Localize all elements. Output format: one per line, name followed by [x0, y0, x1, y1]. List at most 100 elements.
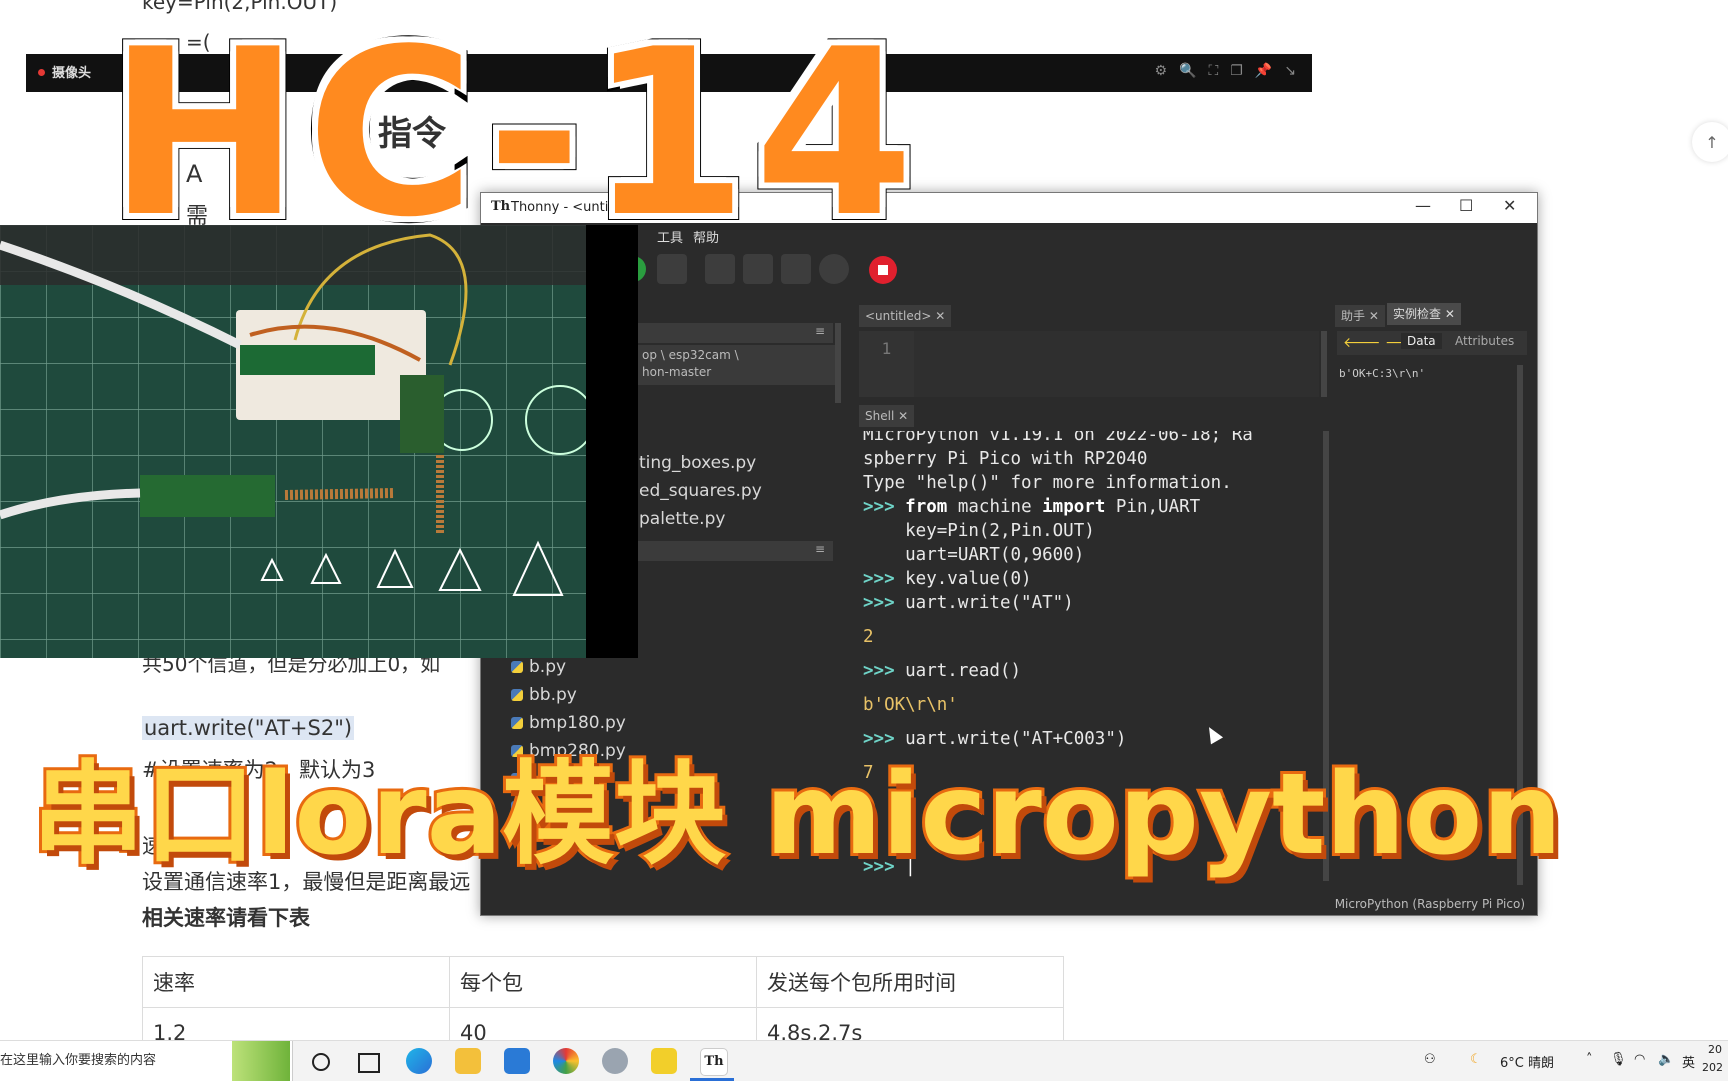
status-bar: MicroPython (Raspberry Pi Pico)	[481, 893, 1537, 915]
interpreter-status[interactable]: MicroPython (Raspberry Pi Pico)	[1335, 897, 1525, 911]
pane-menu-icon[interactable]: ≡	[815, 324, 825, 338]
record-dot-icon	[38, 69, 45, 76]
input-language[interactable]: 英	[1682, 1052, 1695, 1071]
table-header-cell: 速率	[142, 956, 450, 1008]
shell-text: key.value(0)	[894, 569, 1032, 589]
file-item[interactable]: b.py	[511, 657, 566, 677]
shell-line: >>> uart.write("AT+C003")	[863, 729, 1126, 749]
close-icon[interactable]: ✕	[1369, 309, 1379, 323]
file-name: bmp180.py	[529, 713, 626, 733]
inspector-toolbar: 🡐 🡒 Data Attributes	[1337, 331, 1527, 355]
app-icon[interactable]	[651, 1048, 677, 1074]
code-editor[interactable]: 1	[859, 331, 1319, 397]
window-icon[interactable]: ❐	[1230, 63, 1243, 79]
edge-icon[interactable]	[406, 1048, 432, 1074]
shell-text: Pin,UART	[1105, 497, 1201, 517]
files-scrollbar[interactable]	[835, 323, 841, 403]
chrome-icon[interactable]	[553, 1048, 579, 1074]
table-header-cell: 发送每个包所用时间	[756, 956, 1064, 1008]
editor-scrollbar[interactable]	[1321, 331, 1327, 397]
shell-prompt: >>>	[863, 497, 895, 517]
close-button[interactable]: ✕	[1503, 196, 1516, 215]
zoom-icon[interactable]: 🔍	[1179, 63, 1196, 79]
tab-inspector[interactable]: 实例检查 ✕	[1387, 303, 1461, 325]
file-item[interactable]: ting_boxes.py	[639, 453, 756, 473]
shell-line: Type "help()" for more information.	[863, 473, 1232, 493]
path-line: op \ esp32cam \	[642, 348, 739, 362]
file-item[interactable]: ed_squares.py	[639, 481, 762, 501]
collapse-icon[interactable]: ↘	[1284, 63, 1296, 79]
scroll-up-button[interactable]: ↑	[1692, 122, 1728, 162]
taskbar: 在这里输入你要搜索的内容 Th ⚇ ☾ 6°C 晴朗 ˄ 🎙 ◠ 🔈 英 20 …	[0, 1040, 1728, 1081]
cortana-icon[interactable]	[312, 1053, 330, 1071]
pane-menu-icon[interactable]: ≡	[815, 542, 825, 556]
shell-text: machine	[947, 497, 1043, 517]
python-file-icon	[511, 717, 523, 729]
weather-text[interactable]: 6°C 晴朗	[1500, 1052, 1554, 1071]
shell-line: spberry Pi Pico with RP2040	[863, 449, 1148, 469]
tab-assistant[interactable]: 助手 ✕	[1335, 305, 1385, 327]
file-item[interactable]: palette.py	[639, 509, 725, 529]
mail-icon[interactable]	[504, 1048, 530, 1074]
doc-code-speed: uart.write("AT+S2")	[142, 716, 355, 740]
table-row: 速率 每个包 发送每个包所用时间	[142, 956, 1064, 1008]
doc-table-title: 相关速率请看下表	[142, 906, 310, 930]
current-path: op \ esp32cam \ hon-master	[636, 345, 838, 385]
pin-icon[interactable]: 📌	[1255, 63, 1272, 79]
camera-bar-label: 摄像头	[52, 66, 92, 81]
fullscreen-icon[interactable]: ⛶	[1208, 63, 1218, 79]
path-line: hon-master	[642, 365, 712, 379]
tray-people-icon[interactable]: ⚇	[1424, 1052, 1436, 1067]
maximize-button[interactable]: ☐	[1459, 196, 1473, 215]
bamboo-decoration-icon	[232, 1041, 290, 1081]
inspector-value: b'OK+C:3\r\n'	[1339, 367, 1426, 380]
microphone-icon[interactable]: 🎙	[1610, 1052, 1627, 1067]
close-icon[interactable]: ✕	[935, 309, 945, 323]
volume-icon[interactable]: 🔈	[1658, 1052, 1674, 1067]
settings-gear-icon[interactable]	[602, 1048, 628, 1074]
shell-line: MicroPython v1.19.1 on 2022-06-18; Ra	[863, 431, 1253, 445]
tab-label: 实例检查	[1393, 307, 1442, 321]
tab-shell[interactable]: Shell ✕	[859, 405, 915, 427]
shell-prompt: >>>	[863, 593, 895, 613]
shell-output: b'OK\r\n'	[863, 695, 958, 715]
shell-keyword: import	[1042, 497, 1106, 517]
file-name: bb.py	[529, 685, 577, 705]
camera-bar-tools: ⚙ 🔍 ⛶ ❐ 📌 ↘	[1154, 63, 1296, 79]
tab-attributes[interactable]: Attributes	[1455, 334, 1514, 348]
tab-untitled[interactable]: <untitled> ✕	[859, 305, 952, 327]
file-explorer-icon[interactable]	[455, 1048, 481, 1074]
shell-output: 2	[863, 627, 874, 647]
minimize-button[interactable]: —	[1415, 196, 1431, 215]
python-file-icon	[511, 689, 523, 701]
shell-keyword: from	[905, 497, 948, 517]
shell-text: uart.read()	[894, 661, 1022, 681]
file-item[interactable]: bmp180.py	[511, 713, 626, 733]
close-icon[interactable]: ✕	[1445, 307, 1455, 321]
shell-line: >>> key.value(0)	[863, 569, 1032, 589]
tab-data[interactable]: Data	[1401, 333, 1442, 349]
clock-time[interactable]: 20	[1708, 1043, 1722, 1056]
python-file-icon	[511, 661, 523, 673]
close-icon[interactable]: ✕	[898, 409, 908, 423]
clock-date[interactable]: 202	[1702, 1061, 1723, 1074]
shell-prompt: >>>	[863, 729, 895, 749]
weather-moon-icon: ☾	[1470, 1052, 1482, 1067]
tab-label: 助手	[1341, 309, 1366, 323]
file-name: b.py	[529, 657, 567, 677]
shell-prompt: >>>	[863, 569, 895, 589]
tab-label: <untitled>	[865, 309, 932, 323]
settings-icon[interactable]: ⚙	[1154, 63, 1167, 79]
hardware-photo-drawing	[0, 225, 638, 658]
line-number: 1	[859, 331, 914, 397]
shell-line: >>> from machine import Pin,UART	[863, 497, 1200, 517]
network-icon[interactable]: ◠	[1634, 1052, 1645, 1067]
thonny-taskbar-icon[interactable]: Th	[700, 1048, 728, 1076]
video-subtitle: 串口lora模块 micropython	[29, 750, 1565, 880]
file-item[interactable]: bb.py	[511, 685, 577, 705]
tray-expand-icon[interactable]: ˄	[1586, 1052, 1593, 1067]
shell-prompt: >>>	[863, 661, 895, 681]
search-placeholder: 在这里输入你要搜索的内容	[0, 1053, 157, 1068]
task-view-icon[interactable]	[358, 1053, 380, 1073]
shell-text: uart.write("AT+C003")	[894, 729, 1127, 749]
